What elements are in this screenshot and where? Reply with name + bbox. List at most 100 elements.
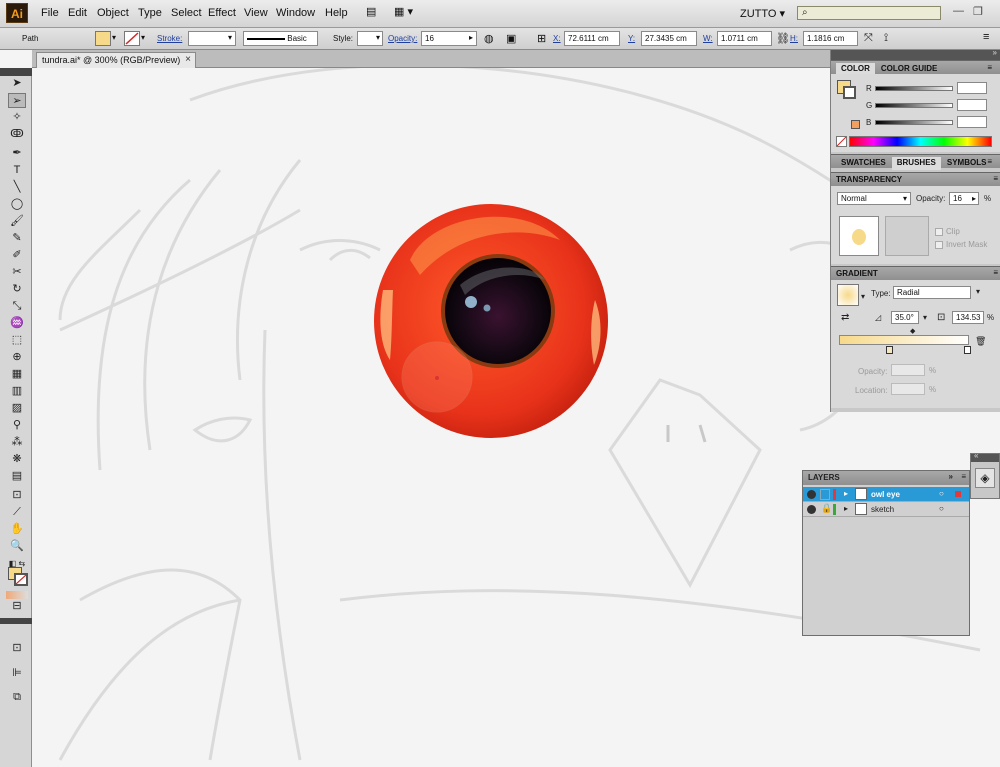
- gradient-panel-menu-icon[interactable]: ≡: [993, 268, 998, 277]
- invert-mask-checkbox[interactable]: [935, 241, 943, 249]
- channel-b-slider[interactable]: [875, 120, 953, 125]
- color-spectrum[interactable]: [849, 136, 992, 147]
- direct-selection-tool-icon[interactable]: ➢: [8, 93, 26, 108]
- bridge-icon[interactable]: ▤: [366, 5, 376, 18]
- gradient-swatch[interactable]: [837, 284, 859, 306]
- stroke-label[interactable]: Stroke:: [157, 34, 182, 43]
- gradient-tool-icon[interactable]: ▨: [8, 401, 26, 416]
- stop-opacity-field[interactable]: [891, 364, 925, 376]
- brush-definition[interactable]: Basic: [243, 31, 318, 46]
- align-panel-icon[interactable]: ⊫: [8, 666, 26, 681]
- menu-select[interactable]: Select: [171, 7, 202, 19]
- transparency-panel-menu-icon[interactable]: ≡: [993, 174, 998, 183]
- reference-point-icon[interactable]: ⊞: [537, 32, 546, 45]
- warp-tool-icon[interactable]: ♒: [8, 316, 26, 331]
- paintbrush-tool-icon[interactable]: 🖌: [8, 214, 26, 229]
- layer-row-owl-eye[interactable]: ▸ owl eye ○: [803, 487, 969, 502]
- recolor-icon[interactable]: ◍: [484, 32, 494, 45]
- reverse-gradient-icon[interactable]: ⇄: [841, 312, 849, 323]
- gradient-swatch-dropdown-icon[interactable]: ▾: [861, 292, 865, 301]
- tab-brushes[interactable]: BRUSHES: [891, 157, 941, 170]
- menu-effect[interactable]: Effect: [208, 7, 236, 19]
- swatches-panel-menu-icon[interactable]: ≡: [982, 156, 997, 169]
- target-icon[interactable]: ○: [939, 504, 944, 513]
- artboards-panel-icon[interactable]: ⊡: [8, 641, 26, 656]
- menu-type[interactable]: Type: [138, 7, 162, 19]
- search-input[interactable]: ⌕: [797, 6, 941, 20]
- link-proportions-icon[interactable]: ⛓: [776, 32, 790, 45]
- selection-indicator[interactable]: [955, 491, 961, 497]
- close-tab-icon[interactable]: ×: [185, 54, 191, 65]
- gradient-title[interactable]: GRADIENT: [836, 269, 878, 278]
- gradient-type-dropdown-icon[interactable]: ▾: [976, 287, 980, 296]
- stop-location-field[interactable]: [891, 383, 925, 395]
- style-picker[interactable]: ▾: [357, 31, 383, 46]
- eyedropper-tool-icon[interactable]: ⚲: [8, 418, 26, 433]
- hand-tool-icon[interactable]: ✋: [8, 522, 26, 537]
- layers-collapse-icon[interactable]: »: [949, 472, 953, 481]
- out-of-gamut-swatch[interactable]: [851, 120, 860, 129]
- expand-arrow-icon[interactable]: ▸: [844, 504, 848, 513]
- menu-help[interactable]: Help: [325, 7, 348, 19]
- clip-checkbox[interactable]: [935, 228, 943, 236]
- type-tool-icon[interactable]: T: [8, 163, 26, 178]
- gradient-slider[interactable]: [839, 335, 969, 345]
- minimize-icon[interactable]: —: [953, 5, 964, 17]
- blend-tool-icon[interactable]: ⁂: [8, 435, 26, 450]
- object-thumbnail[interactable]: [839, 216, 879, 256]
- gradient-stop-end[interactable]: [964, 346, 971, 354]
- free-transform-tool-icon[interactable]: ⬚: [8, 333, 26, 348]
- gradient-stop-start[interactable]: [886, 346, 893, 354]
- menu-edit[interactable]: Edit: [68, 7, 87, 19]
- channel-g-field[interactable]: [957, 99, 987, 111]
- y-field[interactable]: 27.3435 cm: [641, 31, 697, 46]
- line-tool-icon[interactable]: ╲: [8, 180, 26, 195]
- pathfinder-panel-icon[interactable]: ⧉: [8, 690, 26, 705]
- lasso-tool-icon[interactable]: ↂ: [8, 127, 26, 142]
- drawing-mode-icon[interactable]: ⊟: [8, 599, 26, 614]
- control-menu-icon[interactable]: ≡: [983, 31, 989, 43]
- layers-panel-icon[interactable]: ◈: [975, 468, 995, 488]
- none-color-icon[interactable]: [836, 136, 847, 147]
- menu-window[interactable]: Window: [276, 7, 315, 19]
- target-icon[interactable]: ○: [939, 489, 944, 498]
- opacity-field[interactable]: 16 ▸: [421, 31, 477, 46]
- channel-g-slider[interactable]: [875, 103, 953, 108]
- layers-title[interactable]: LAYERS: [808, 473, 840, 482]
- workspace-switcher[interactable]: ZUTTO ▾: [740, 7, 785, 20]
- slice-tool-icon[interactable]: ⟋: [8, 505, 26, 520]
- channel-b-field[interactable]: [957, 116, 987, 128]
- arrange-documents-icon[interactable]: ▦ ▾: [394, 5, 413, 18]
- expand-dock-icon[interactable]: «: [974, 451, 978, 460]
- layers-panel-menu-icon[interactable]: ≡: [961, 472, 966, 481]
- color-mode-icon[interactable]: [6, 591, 28, 599]
- blob-brush-tool-icon[interactable]: ✐: [8, 248, 26, 263]
- artboard-tool-icon[interactable]: ⊡: [8, 488, 26, 503]
- angle-field[interactable]: 35.0°: [891, 311, 919, 324]
- channel-r-field[interactable]: [957, 82, 987, 94]
- angle-dropdown-icon[interactable]: ▾: [923, 313, 927, 322]
- layer-row-sketch[interactable]: 🔒 ▸ sketch ○: [803, 502, 969, 517]
- visibility-eye-icon[interactable]: [807, 505, 816, 514]
- menu-file[interactable]: File: [41, 7, 59, 19]
- path-anchor-point[interactable]: [435, 376, 439, 380]
- scale-tool-icon[interactable]: ⤡: [8, 299, 26, 314]
- stroke-color-icon[interactable]: [14, 573, 28, 586]
- transform-icon[interactable]: ⤧: [864, 32, 873, 45]
- transparency-opacity-field[interactable]: 16 ▸: [949, 192, 979, 205]
- w-field[interactable]: 1.0711 cm: [717, 31, 772, 46]
- scissors-tool-icon[interactable]: ✂: [8, 265, 26, 280]
- visibility-eye-icon[interactable]: [807, 490, 816, 499]
- ellipse-tool-icon[interactable]: ◯: [8, 197, 26, 212]
- stroke-swatch[interactable]: [124, 31, 140, 46]
- rotate-tool-icon[interactable]: ↻: [8, 282, 26, 297]
- opacity-label[interactable]: Opacity:: [388, 34, 417, 43]
- tab-swatches[interactable]: SWATCHES: [836, 157, 891, 170]
- menu-view[interactable]: View: [244, 7, 268, 19]
- gradient-type-select[interactable]: Radial: [893, 286, 971, 299]
- mask-thumbnail[interactable]: [885, 216, 929, 256]
- document-tab[interactable]: tundra.ai* @ 300% (RGB/Preview) ×: [36, 52, 196, 68]
- zoom-tool-icon[interactable]: 🔍: [8, 539, 26, 554]
- symbol-sprayer-tool-icon[interactable]: ❋: [8, 452, 26, 467]
- selection-tool-icon[interactable]: ➤: [8, 76, 26, 91]
